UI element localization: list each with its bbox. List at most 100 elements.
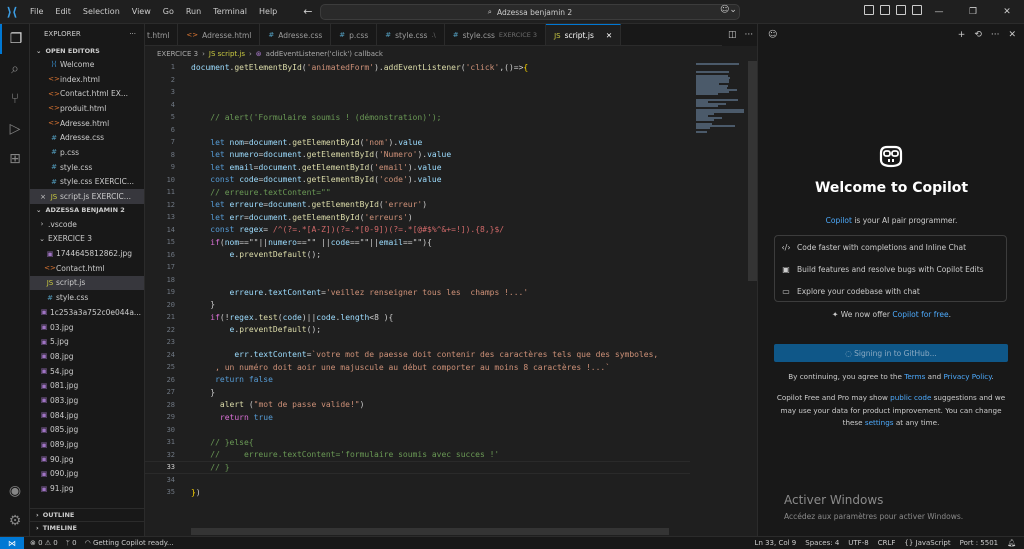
end-of-line[interactable]: CRLF (878, 539, 896, 547)
copilot-chat-icon[interactable]: ☺ (768, 30, 777, 40)
tree-item-css[interactable]: # style.css (30, 290, 144, 305)
folder-section[interactable]: ⌄ ADZESSA BENJAMIN 2 (30, 204, 144, 217)
search-view-icon[interactable]: ⌕ (0, 54, 30, 84)
copilot-link[interactable]: Copilot (826, 216, 852, 225)
terms-link[interactable]: Terms (904, 372, 925, 381)
tree-item-img[interactable]: ▣ 090.jpg (30, 467, 144, 482)
breadcrumb-folder[interactable]: EXERCICE 3 (157, 50, 198, 58)
tree-item-folder[interactable]: › .vscode (30, 217, 144, 232)
toggle-primary-sidebar-icon[interactable] (864, 5, 874, 15)
open-editor-item[interactable]: × JS script.js EXERCIC... (30, 189, 144, 204)
manage-gear-icon[interactable]: ⚙ (0, 506, 30, 536)
tab-style-css[interactable]: # style.css .\ (377, 24, 445, 45)
close-panel-icon[interactable]: ✕ (1008, 30, 1016, 40)
account-icon[interactable]: ◉ (0, 476, 30, 506)
public-code-link[interactable]: public code (890, 393, 931, 402)
live-server-port[interactable]: Port : 5501 (960, 539, 999, 547)
explorer-icon[interactable]: ❐ (0, 24, 30, 54)
tree-item-img[interactable]: ▣ 5.jpg (30, 334, 144, 349)
minimize-icon[interactable]: — (922, 0, 956, 24)
tree-item-img[interactable]: ▣ 91.jpg (30, 481, 144, 496)
tree-item-img[interactable]: ▣ 083.jpg (30, 393, 144, 408)
copilot-status[interactable]: ◠ Getting Copilot ready... (85, 539, 174, 547)
horizontal-scrollbar[interactable] (191, 528, 669, 535)
tree-item-img[interactable]: ▣ 084.jpg (30, 408, 144, 423)
tree-item-img[interactable]: ▣ 90.jpg (30, 452, 144, 467)
signin-button[interactable]: ◌ Signing in to GitHub... (774, 344, 1008, 362)
problems-status[interactable]: ⊗ 0 ⚠ 0 (30, 539, 58, 547)
menu-item-1[interactable]: Edit (49, 0, 77, 24)
tree-item-html[interactable]: <> Contact.html (30, 261, 144, 276)
copilot-free-link[interactable]: Copilot for free (892, 310, 948, 319)
breadcrumb-symbol[interactable]: addEventListener('click') callback (266, 50, 383, 58)
menu-item-5[interactable]: Run (180, 0, 207, 24)
restore-icon[interactable]: ❐ (956, 0, 990, 24)
open-editor-item[interactable]: <> Adresse.html (30, 116, 144, 131)
tree-item-img[interactable]: ▣ 085.jpg (30, 423, 144, 438)
menu-item-3[interactable]: View (126, 0, 157, 24)
open-editor-item[interactable]: <> produit.html (30, 101, 144, 116)
open-editor-item[interactable]: # style.css EXERCIC... (30, 175, 144, 190)
more-icon[interactable]: ··· (991, 30, 1000, 40)
encoding[interactable]: UTF-8 (848, 539, 868, 547)
breadcrumb-file[interactable]: JS script.js (209, 50, 245, 58)
open-editor-item[interactable]: # style.css (30, 160, 144, 175)
tree-item-img[interactable]: ▣ 08.jpg (30, 349, 144, 364)
toggle-secondary-sidebar-icon[interactable] (896, 5, 906, 15)
close-icon[interactable]: × (38, 193, 48, 201)
cursor-position[interactable]: Ln 33, Col 9 (755, 539, 797, 547)
outline-section[interactable]: › OUTLINE (30, 508, 144, 521)
tree-item-img[interactable]: ▣ 1c253a3a752c0e044a... (30, 305, 144, 320)
language-mode[interactable]: {} JavaScript (904, 539, 950, 547)
open-editor-item[interactable]: # p.css (30, 145, 144, 160)
ports-status[interactable]: ᛘ 0 (66, 539, 77, 547)
tab-script-js[interactable]: JS script.js ✕ (546, 24, 622, 45)
tab-Adresse-html[interactable]: <> Adresse.html (178, 24, 261, 45)
menu-item-4[interactable]: Go (157, 0, 180, 24)
new-chat-icon[interactable]: + (958, 30, 966, 40)
code-editor[interactable]: 1 document.getElementById('animatedForm')… (145, 61, 757, 536)
tree-item-img[interactable]: ▣ 54.jpg (30, 364, 144, 379)
tab-style-css[interactable]: # style.css EXERCICE 3 (445, 24, 547, 45)
copilot-menu-icon[interactable]: ☺⌄ (720, 5, 737, 15)
split-editor-icon[interactable]: ◫ (728, 30, 737, 40)
customize-layout-icon[interactable] (912, 5, 922, 15)
notifications-icon[interactable]: 🔔︎ (1007, 539, 1016, 547)
tree-item-img[interactable]: ▣ 1744645812862.jpg (30, 246, 144, 261)
indentation[interactable]: Spaces: 4 (805, 539, 839, 547)
explorer-more-icon[interactable]: ··· (129, 30, 136, 38)
vertical-scrollbar[interactable] (748, 61, 757, 281)
tree-item-js[interactable]: JS script.js (30, 275, 144, 291)
history-icon[interactable]: ⟲ (974, 30, 982, 40)
open-editor-item[interactable]: <> index.html (30, 72, 144, 87)
menu-item-2[interactable]: Selection (77, 0, 126, 24)
tree-item-folder[interactable]: ⌄ EXERCICE 3 (30, 232, 144, 247)
close-tab-icon[interactable]: ✕ (606, 31, 612, 40)
back-arrow-icon[interactable]: ← (303, 5, 312, 18)
open-editor-item[interactable]: ⟩⟨ Welcome (30, 57, 144, 72)
tree-item-img[interactable]: ▣ 089.jpg (30, 437, 144, 452)
tab-Adresse-css[interactable]: # Adresse.css (260, 24, 332, 45)
close-window-icon[interactable]: ✕ (990, 0, 1024, 24)
menu-item-7[interactable]: Help (253, 0, 283, 24)
menu-item-0[interactable]: File (24, 0, 49, 24)
tab-p-css[interactable]: # p.css (331, 24, 378, 45)
open-editor-item[interactable]: # Adresse.css (30, 130, 144, 145)
open-editor-item[interactable]: <> Contact.html EX... (30, 86, 144, 101)
more-actions-icon[interactable]: ··· (745, 30, 754, 40)
remote-indicator-icon[interactable]: ⋈ (0, 536, 24, 549)
minimap[interactable] (690, 61, 748, 536)
tab-t-html[interactable]: t.html (145, 24, 179, 45)
command-center-search[interactable]: ⌕ Adzessa benjamin 2 (320, 4, 740, 20)
toggle-panel-icon[interactable] (880, 5, 890, 15)
open-editors-section[interactable]: ⌄ OPEN EDITORS (30, 44, 144, 57)
tree-item-img[interactable]: ▣ 03.jpg (30, 320, 144, 335)
run-debug-icon[interactable]: ▷ (0, 114, 30, 144)
extensions-icon[interactable]: ⊞ (0, 144, 30, 174)
settings-link[interactable]: settings (865, 418, 894, 427)
source-control-icon[interactable]: ⑂ (0, 84, 30, 114)
menu-item-6[interactable]: Terminal (207, 0, 253, 24)
privacy-link[interactable]: Privacy Policy (943, 372, 991, 381)
timeline-section[interactable]: › TIMELINE (30, 521, 144, 534)
tree-item-img[interactable]: ▣ 081.jpg (30, 378, 144, 393)
